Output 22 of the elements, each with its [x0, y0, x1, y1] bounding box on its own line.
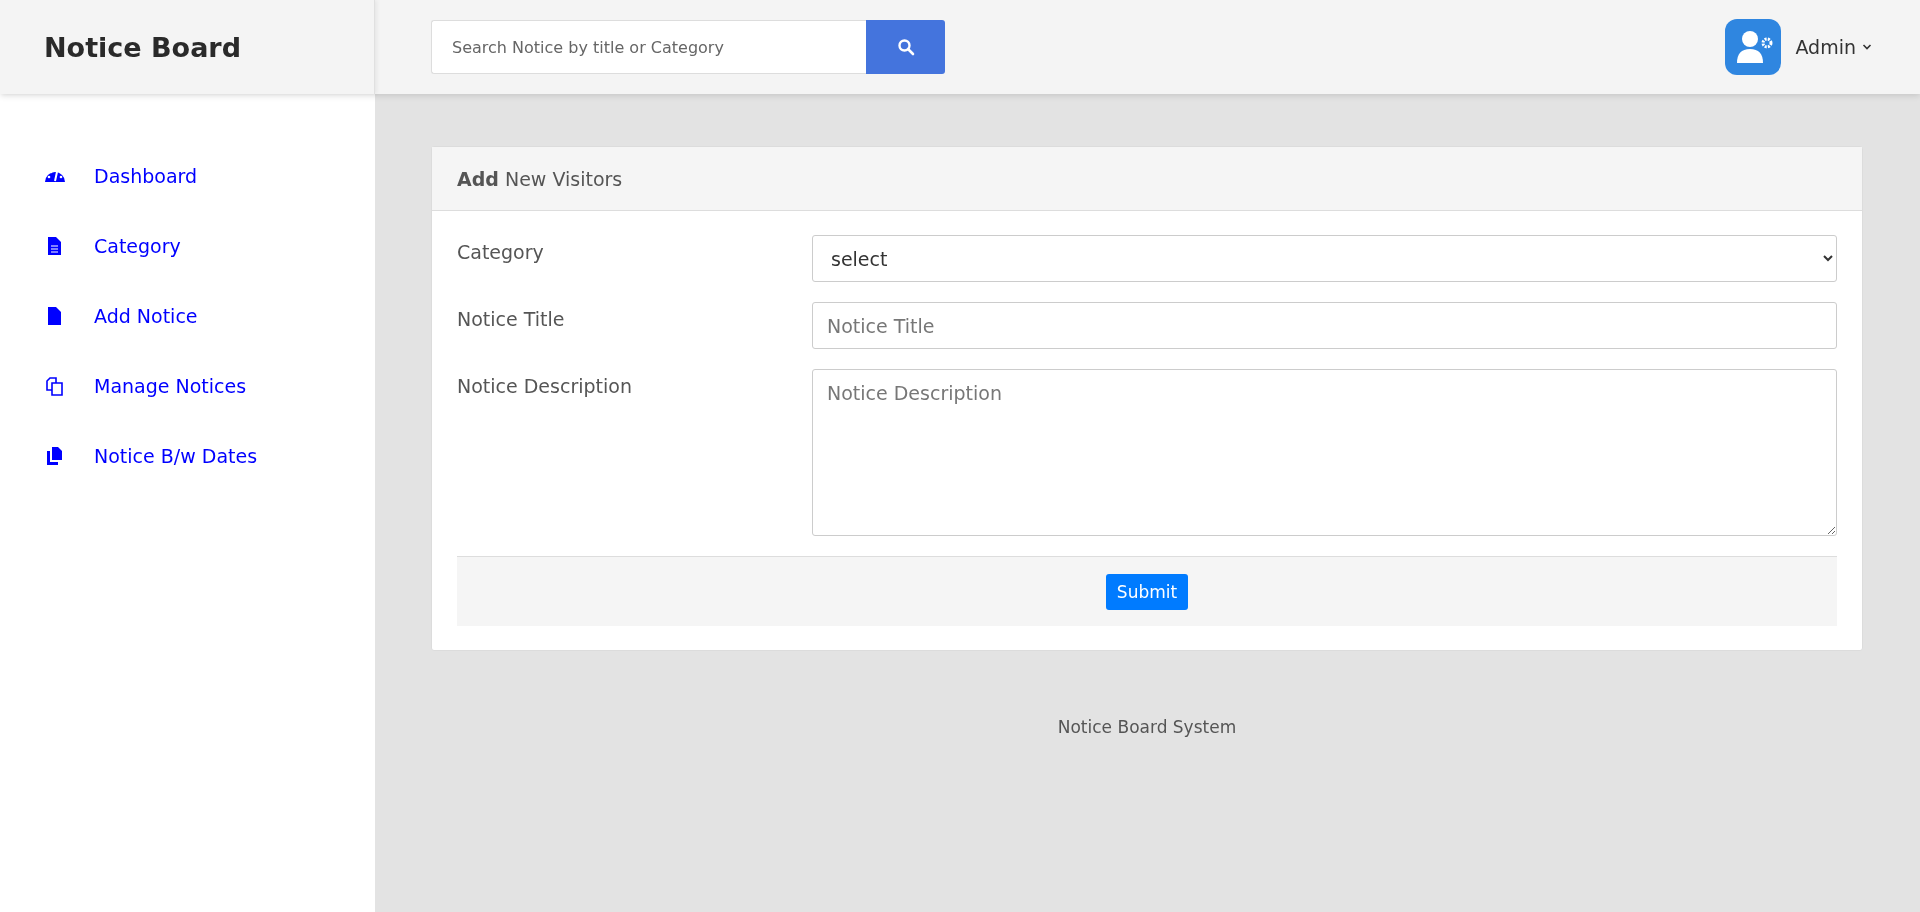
submit-button[interactable]: Submit [1105, 573, 1189, 610]
chevron-down-icon [1862, 43, 1872, 51]
card-title: Add New Visitors [457, 167, 623, 190]
search-icon [896, 38, 915, 56]
footer-text: Notice Board System [1057, 717, 1237, 737]
sidebar-item[interactable]: Dashboard [0, 164, 375, 188]
copy-outline-icon [44, 376, 66, 396]
sidebar-item[interactable]: Manage Notices [0, 374, 375, 398]
sidebar-item[interactable]: Add Notice [0, 304, 375, 328]
sidebar-item[interactable]: Category [0, 234, 375, 258]
search-button[interactable] [866, 20, 945, 74]
field-label: Notice Description [457, 374, 633, 397]
field-label: Category [457, 240, 545, 263]
user-settings-avatar-icon[interactable] [1725, 19, 1782, 75]
brand-title: Notice Board [44, 31, 241, 63]
sidebar-item[interactable]: Notice B/w Dates [0, 444, 375, 468]
description-textarea[interactable]: Notice Description [812, 369, 1837, 536]
title-input[interactable]: Notice Title [812, 302, 1837, 349]
user-menu[interactable]: Admin [1795, 36, 1872, 58]
category-select[interactable]: select [812, 235, 1837, 282]
field-label: Notice Title [457, 307, 566, 330]
search-field[interactable]: Search Notice by title or Category [431, 20, 866, 74]
